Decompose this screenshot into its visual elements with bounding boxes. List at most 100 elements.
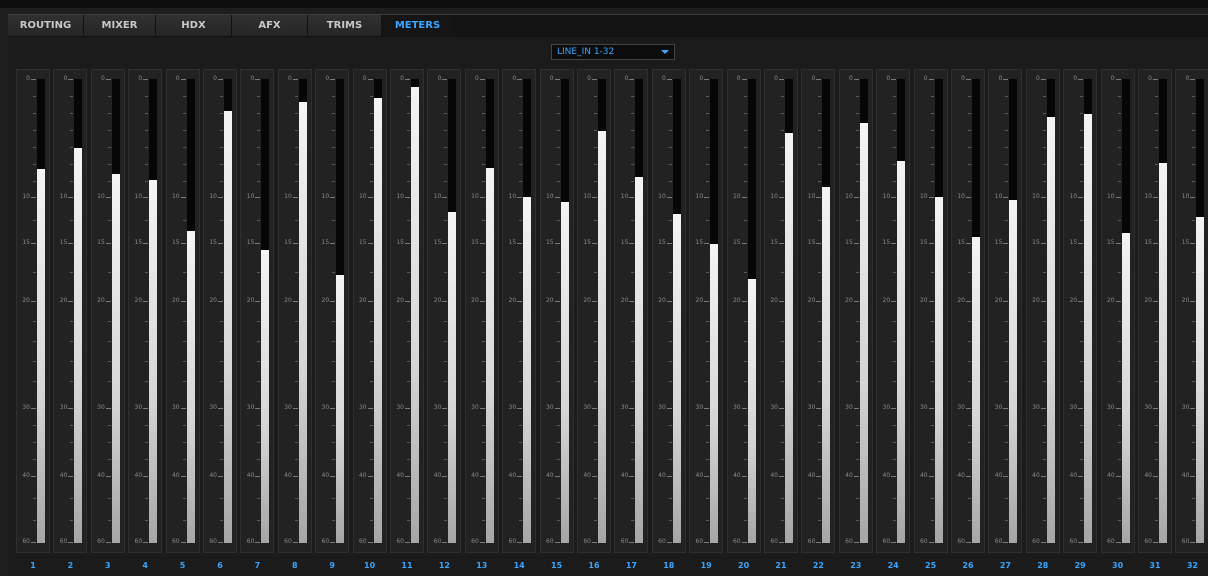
- channel-number-label: 14: [513, 561, 525, 570]
- scale-minor-tick: [668, 164, 672, 165]
- scale-label: 40: [695, 472, 704, 479]
- scale-minor-tick: [444, 381, 448, 382]
- scale-tick: [330, 79, 336, 80]
- scale-label: 20: [695, 297, 704, 304]
- meter-level-bar: [1196, 217, 1205, 543]
- scale-minor-tick: [594, 361, 597, 362]
- tab-meters[interactable]: METERS: [382, 15, 454, 36]
- scale-minor-tick: [1117, 321, 1121, 322]
- scale-minor-tick: [855, 321, 859, 322]
- scale-tick: [1153, 476, 1158, 477]
- meter-track: [785, 79, 793, 543]
- scale-tick: [704, 301, 710, 302]
- scale-minor-tick: [220, 381, 223, 382]
- scale-tick: [517, 301, 523, 302]
- scale-tick: [928, 542, 934, 543]
- scale-minor-tick: [1155, 220, 1158, 221]
- scale-minor-tick: [968, 520, 971, 521]
- scale-minor-tick: [968, 341, 971, 342]
- scale-minor-tick: [182, 498, 186, 499]
- scale-tick: [816, 243, 822, 244]
- scale-minor-tick: [1117, 341, 1121, 342]
- scale-minor-tick: [220, 442, 223, 443]
- scale-minor-tick: [407, 381, 410, 382]
- scale-minor-tick: [33, 272, 36, 273]
- scale-minor-tick: [481, 498, 485, 499]
- scale-minor-tick: [145, 381, 149, 382]
- scale-minor-tick: [1192, 220, 1196, 221]
- scale-minor-tick: [1192, 96, 1196, 97]
- scale-minor-tick: [107, 321, 111, 322]
- channel-meter-11: 0 10 15 20 30 40 60: [390, 69, 424, 553]
- channel-number-label: 9: [329, 561, 335, 570]
- scale-label: 40: [471, 472, 479, 479]
- meter-track: [635, 79, 644, 543]
- scale-minor-tick: [519, 381, 523, 382]
- scale-minor-tick: [107, 341, 111, 342]
- scale-minor-tick: [1192, 113, 1196, 114]
- scale-tick: [1078, 79, 1084, 80]
- scale-label: 60: [471, 538, 479, 545]
- scale-minor-tick: [930, 459, 934, 460]
- scale-label: 10: [284, 193, 292, 200]
- channel-meter-18: 0 10 15 20 30 40 60: [651, 69, 686, 553]
- scale-label: 30: [1106, 404, 1115, 411]
- scale-minor-tick: [369, 425, 373, 426]
- scale-label: 30: [471, 404, 479, 411]
- scale-label: 0: [1148, 75, 1152, 82]
- scale-tick: [143, 408, 149, 409]
- scale-tick: [779, 476, 784, 477]
- tab-bar: ROUTING MIXER HDX AFX TRIMS METERS: [8, 14, 1208, 37]
- tab-hdx[interactable]: HDX: [156, 15, 232, 36]
- tab-trims[interactable]: TRIMS: [308, 15, 382, 36]
- scale-minor-tick: [706, 520, 710, 521]
- scale-tick: [1153, 301, 1158, 302]
- scale-minor-tick: [781, 147, 784, 148]
- scale-label: 40: [134, 472, 143, 479]
- scale-label: 30: [620, 404, 629, 411]
- scale-minor-tick: [706, 498, 710, 499]
- scale-minor-tick: [818, 442, 822, 443]
- scale-minor-tick: [70, 425, 74, 426]
- tab-routing[interactable]: ROUTING: [8, 15, 84, 36]
- scale-label: 30: [1069, 404, 1078, 411]
- meter-track: [1084, 79, 1093, 543]
- tab-afx[interactable]: AFX: [232, 15, 308, 36]
- scale-label: 30: [807, 404, 816, 411]
- scale-minor-tick: [594, 520, 597, 521]
- scale-minor-tick: [257, 425, 261, 426]
- meter-track: [1196, 79, 1205, 543]
- channel-number-label: 20: [738, 561, 750, 570]
- scale-label: 10: [1032, 193, 1040, 200]
- scale-minor-tick: [1155, 321, 1158, 322]
- input-group-select[interactable]: LINE_IN 1-32: [551, 44, 675, 60]
- meter-level-bar: [897, 161, 906, 543]
- scale-minor-tick: [107, 147, 111, 148]
- scale-minor-tick: [145, 520, 149, 521]
- meter-level-bar: [224, 111, 232, 543]
- scale-minor-tick: [1005, 341, 1009, 342]
- scale-label: 0: [998, 75, 1003, 82]
- meter-track: [411, 79, 419, 543]
- top-strip: [0, 0, 1208, 8]
- tab-mixer[interactable]: MIXER: [84, 15, 156, 36]
- scale-minor-tick: [257, 321, 261, 322]
- meter-level-bar: [485, 168, 494, 543]
- channel-meter-24: 0 10 15 20 30 40 60: [876, 69, 911, 553]
- scale-minor-tick: [444, 321, 448, 322]
- scale-minor-tick: [107, 96, 111, 97]
- scale-tick: [405, 476, 410, 477]
- scale-minor-tick: [33, 321, 36, 322]
- meter-track: [710, 79, 719, 543]
- scale-minor-tick: [1192, 321, 1196, 322]
- scale-minor-tick: [1192, 381, 1196, 382]
- scale-minor-tick: [444, 96, 448, 97]
- scale-minor-tick: [369, 498, 373, 499]
- scale-minor-tick: [407, 220, 410, 221]
- scale-minor-tick: [220, 164, 223, 165]
- scale-minor-tick: [743, 130, 747, 131]
- scale-minor-tick: [332, 220, 336, 221]
- scale-label: 30: [770, 404, 778, 411]
- meter-track: [74, 79, 83, 543]
- scale-label: 10: [59, 193, 68, 200]
